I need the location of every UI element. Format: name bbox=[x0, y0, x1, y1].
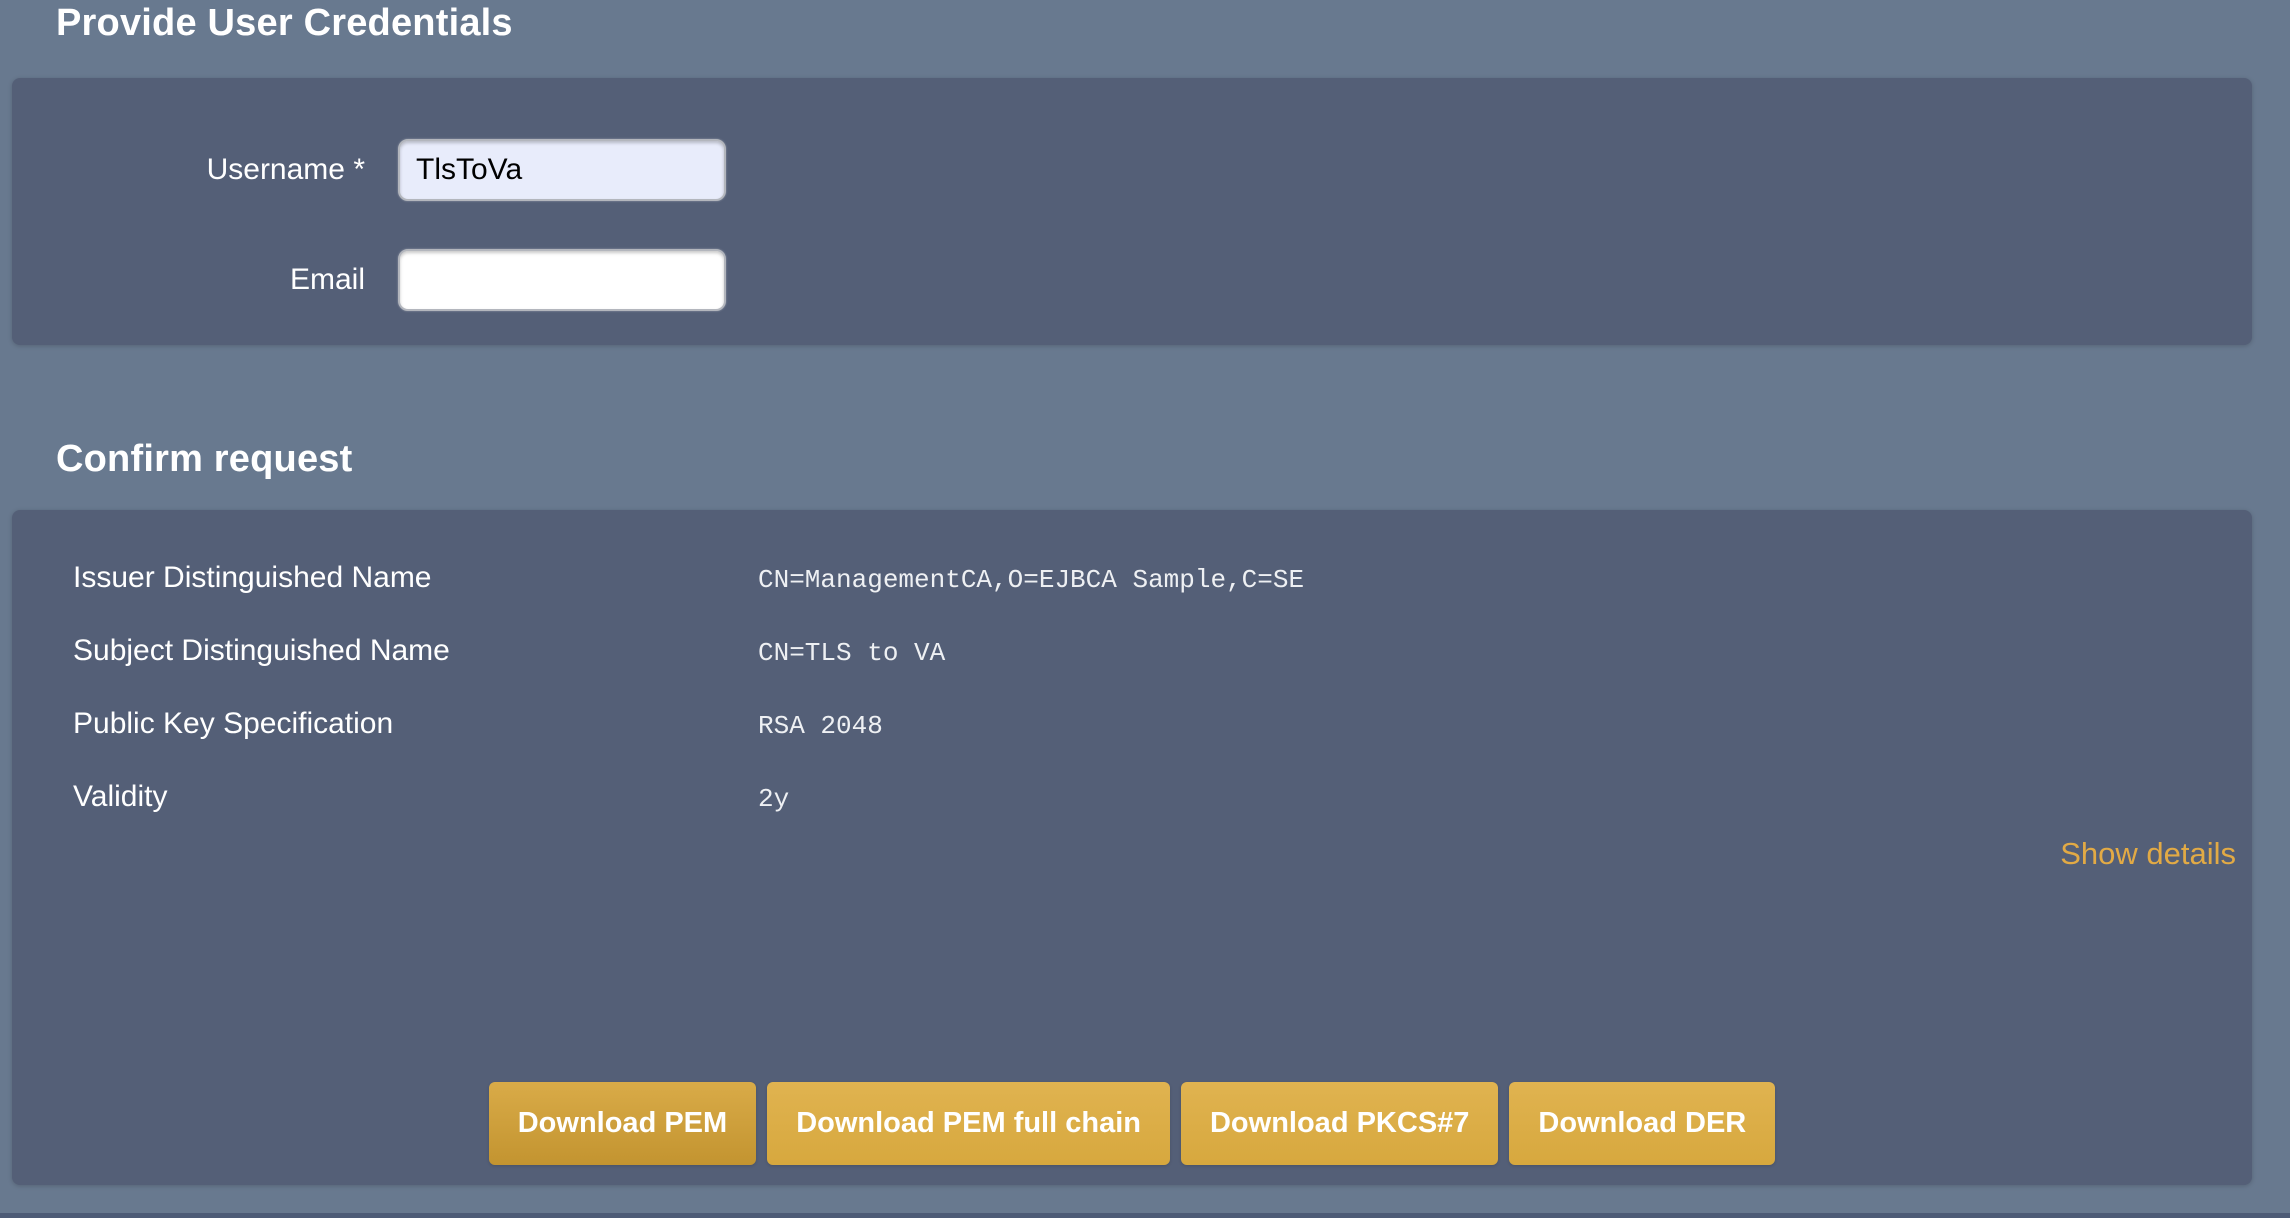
detail-row-subject-dn: Subject Distinguished Name CN=TLS to VA bbox=[73, 631, 2212, 704]
detail-row-issuer-dn: Issuer Distinguished Name CN=ManagementC… bbox=[73, 558, 2212, 631]
download-der-button[interactable]: Download DER bbox=[1509, 1082, 1775, 1165]
validity-value: 2y bbox=[758, 779, 789, 819]
email-input[interactable] bbox=[398, 249, 726, 311]
page-bottom-strip bbox=[0, 1213, 2290, 1218]
public-key-spec-value: RSA 2048 bbox=[758, 706, 883, 746]
credentials-section-title: Provide User Credentials bbox=[56, 2, 513, 44]
username-label: Username * bbox=[12, 153, 365, 187]
download-pem-button[interactable]: Download PEM bbox=[489, 1082, 756, 1165]
download-pkcs7-button[interactable]: Download PKCS#7 bbox=[1181, 1082, 1498, 1165]
download-pem-full-chain-button[interactable]: Download PEM full chain bbox=[767, 1082, 1170, 1165]
issuer-dn-value: CN=ManagementCA,O=EJBCA Sample,C=SE bbox=[758, 560, 1304, 600]
show-details-link[interactable]: Show details bbox=[2060, 836, 2236, 872]
validity-label: Validity bbox=[73, 777, 758, 817]
public-key-spec-label: Public Key Specification bbox=[73, 704, 758, 744]
download-button-row: Download PEM Download PEM full chain Dow… bbox=[12, 1082, 2252, 1165]
email-label: Email bbox=[12, 263, 365, 297]
subject-dn-value: CN=TLS to VA bbox=[758, 633, 945, 673]
detail-row-validity: Validity 2y bbox=[73, 777, 2212, 850]
certificate-details: Issuer Distinguished Name CN=ManagementC… bbox=[73, 558, 2212, 850]
issuer-dn-label: Issuer Distinguished Name bbox=[73, 558, 758, 598]
username-row: Username * bbox=[12, 139, 726, 201]
username-input[interactable] bbox=[398, 139, 726, 201]
confirm-request-panel: Issuer Distinguished Name CN=ManagementC… bbox=[12, 510, 2252, 1185]
credentials-panel: Username * Email bbox=[12, 78, 2252, 345]
detail-row-public-key-spec: Public Key Specification RSA 2048 bbox=[73, 704, 2212, 777]
email-row: Email bbox=[12, 249, 726, 311]
subject-dn-label: Subject Distinguished Name bbox=[73, 631, 758, 671]
confirm-section-title: Confirm request bbox=[56, 438, 352, 480]
